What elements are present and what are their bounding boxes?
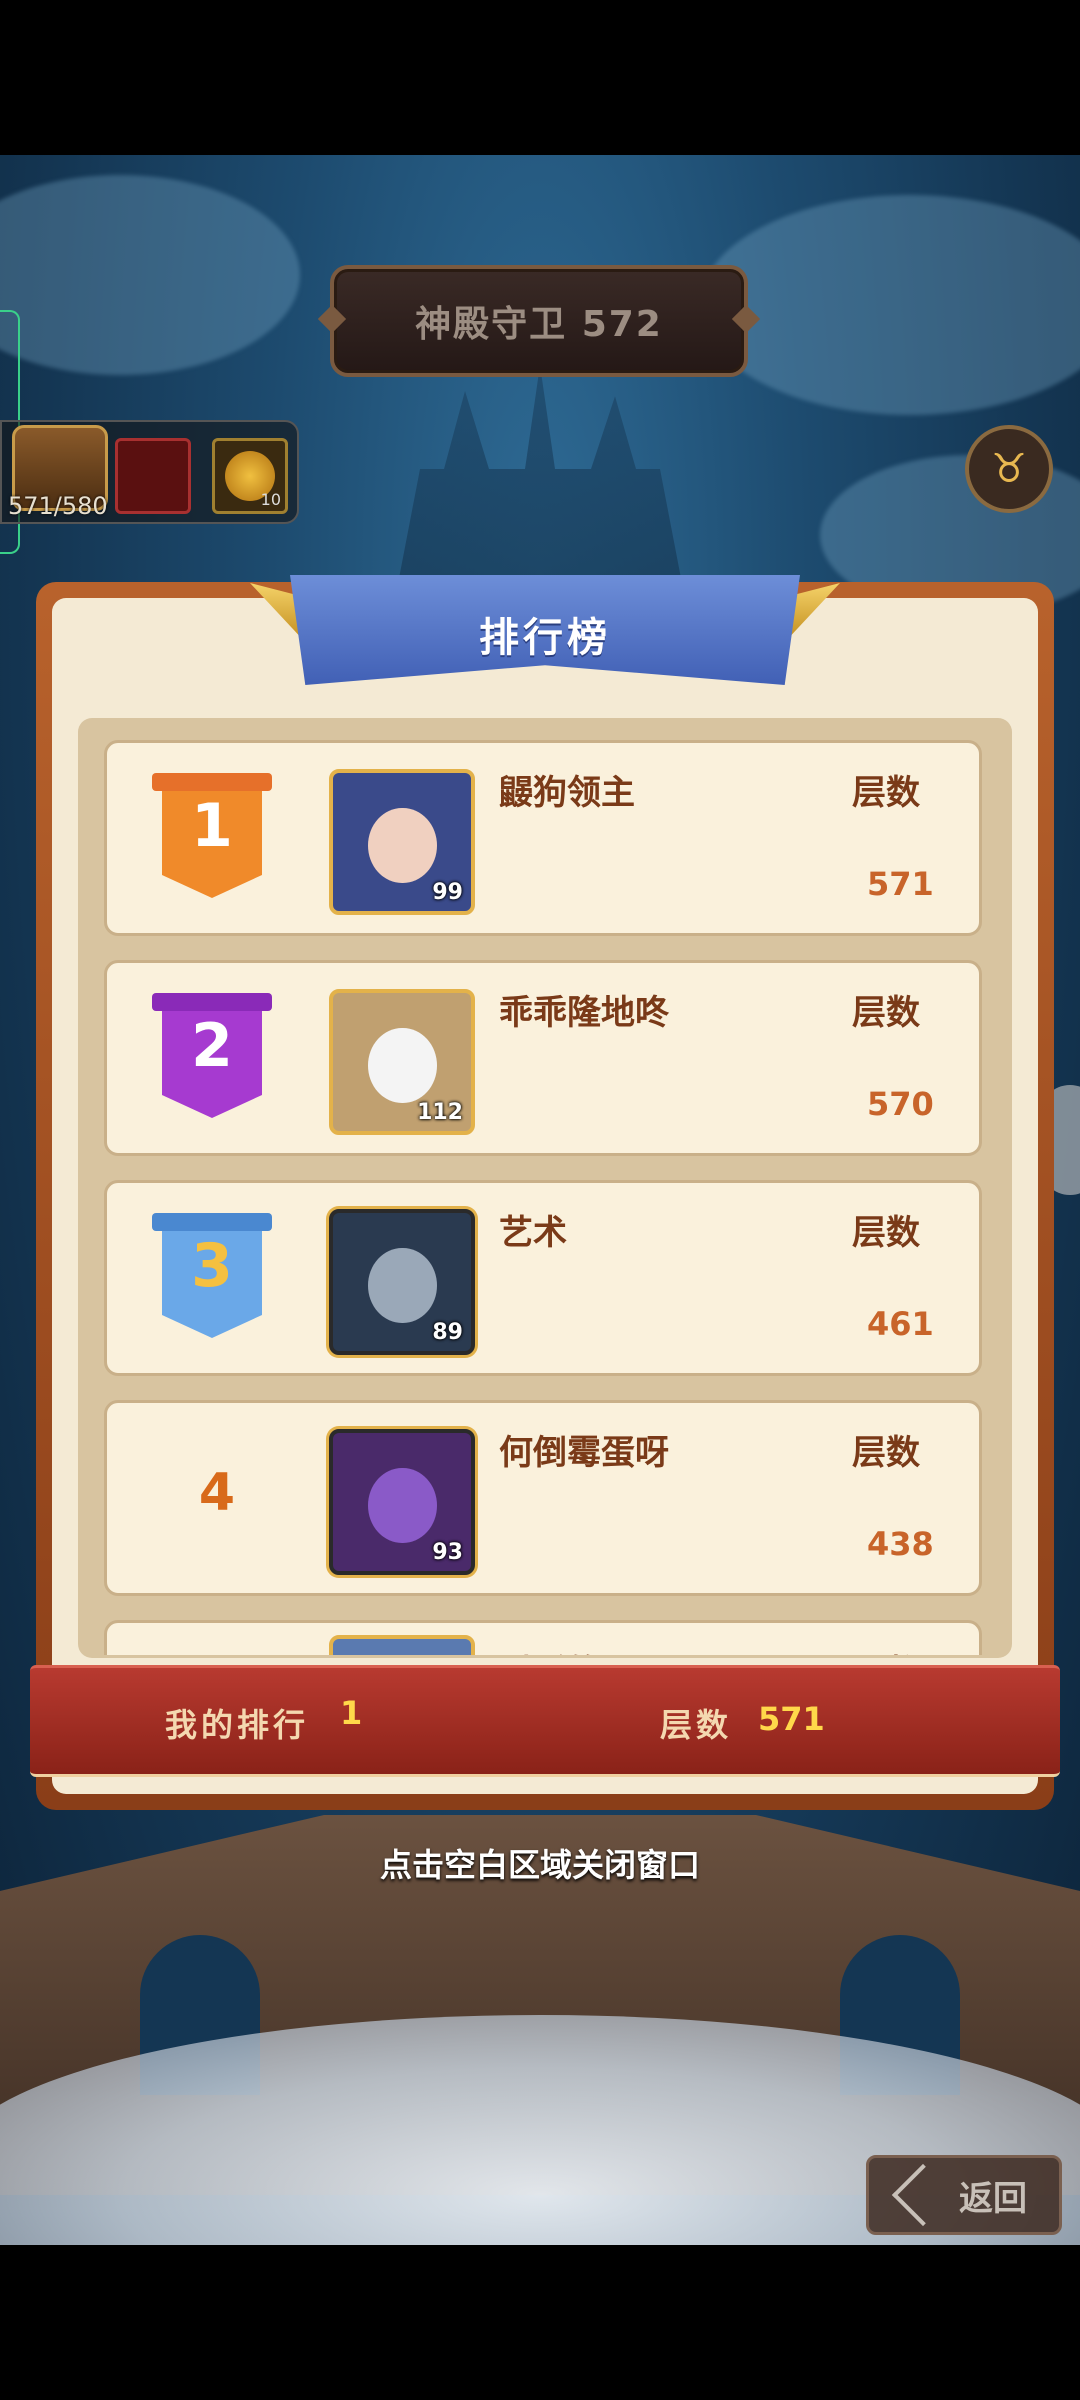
floor-label: 层数 <box>852 1645 920 1655</box>
rank-number: 1 <box>191 791 233 861</box>
player-avatar[interactable]: 93 <box>329 1429 475 1575</box>
my-rank-value: 1 <box>340 1694 363 1732</box>
avatar-level: 112 <box>417 1100 463 1125</box>
avatar-level: 99 <box>432 880 463 905</box>
player-avatar[interactable]: 112 <box>329 989 475 1135</box>
my-floor-value: 571 <box>758 1700 825 1738</box>
player-name: 时髦的逗子 <box>499 1645 669 1655</box>
avatar-level: 93 <box>432 1540 463 1565</box>
leaderboard-row[interactable]: 2 112 乖乖隆地咚 层数 570 <box>104 960 982 1156</box>
player-avatar[interactable] <box>329 1635 475 1655</box>
player-name: 艺术 <box>499 1213 567 1253</box>
player-name: 何倒霉蛋呀 <box>499 1433 669 1473</box>
leaderboard-list[interactable]: 1 99 鼹狗领主 层数 571 2 112 乖乖隆地咚 层数 570 3 89… <box>78 720 1012 1655</box>
leaderboard-row[interactable]: 3 89 艺术 层数 461 <box>104 1180 982 1376</box>
stage-title: 神殿守卫 572 <box>330 265 748 377</box>
floor-label: 层数 <box>852 993 920 1033</box>
floor-label: 层数 <box>852 773 920 813</box>
floor-value: 438 <box>867 1525 934 1563</box>
player-avatar[interactable]: 99 <box>329 769 475 915</box>
panel-title: 排行榜 <box>479 615 611 661</box>
floor-value: 571 <box>867 865 934 903</box>
player-avatar[interactable]: 89 <box>329 1209 475 1355</box>
rank-number: 2 <box>191 1011 233 1081</box>
floor-label: 层数 <box>852 1213 920 1253</box>
gold-coin-item[interactable]: 10 <box>212 438 288 514</box>
floor-value: 570 <box>867 1085 934 1123</box>
red-item-icon[interactable] <box>115 438 191 514</box>
rank-medal-blue-icon: 3 <box>152 1213 272 1343</box>
close-hint[interactable]: 点击空白区域关闭窗口 <box>0 1840 1080 1886</box>
rank-number: 3 <box>191 1231 233 1301</box>
leaderboard-row[interactable]: 4 93 何倒霉蛋呀 层数 438 <box>104 1400 982 1596</box>
horn-icon: ♉ <box>991 446 1027 492</box>
my-rank-bar: 我的排行 1 层数 571 <box>30 1665 1060 1777</box>
my-rank-label: 我的排行 <box>165 1706 310 1744</box>
panel-title-ribbon: 排行榜 <box>250 565 840 695</box>
rank-number: 4 <box>198 1463 236 1523</box>
player-name: 乖乖隆地咚 <box>499 993 669 1033</box>
floor-value: 461 <box>867 1305 934 1343</box>
floor-label: 层数 <box>852 1433 920 1473</box>
back-button[interactable]: 返回 <box>866 2155 1062 2235</box>
settings-round-button[interactable]: ♉ <box>965 425 1053 513</box>
player-name: 鼹狗领主 <box>499 773 635 813</box>
back-arrow-icon <box>891 2163 955 2227</box>
avatar-level: 89 <box>432 1320 463 1345</box>
back-label: 返回 <box>959 2178 1027 2219</box>
stage-title-text: 神殿守卫 572 <box>415 304 663 345</box>
my-floor-label: 层数 <box>660 1706 733 1744</box>
leaderboard-row[interactable]: 1 99 鼹狗领主 层数 571 <box>104 740 982 936</box>
coin-item-count: 10 <box>260 490 281 509</box>
chest-count: 571/580 <box>8 492 108 520</box>
rank-medal-gold-icon: 1 <box>152 773 272 903</box>
leaderboard-row[interactable]: 时髦的逗子 层数 <box>104 1620 982 1655</box>
rank-medal-purple-icon: 2 <box>152 993 272 1123</box>
